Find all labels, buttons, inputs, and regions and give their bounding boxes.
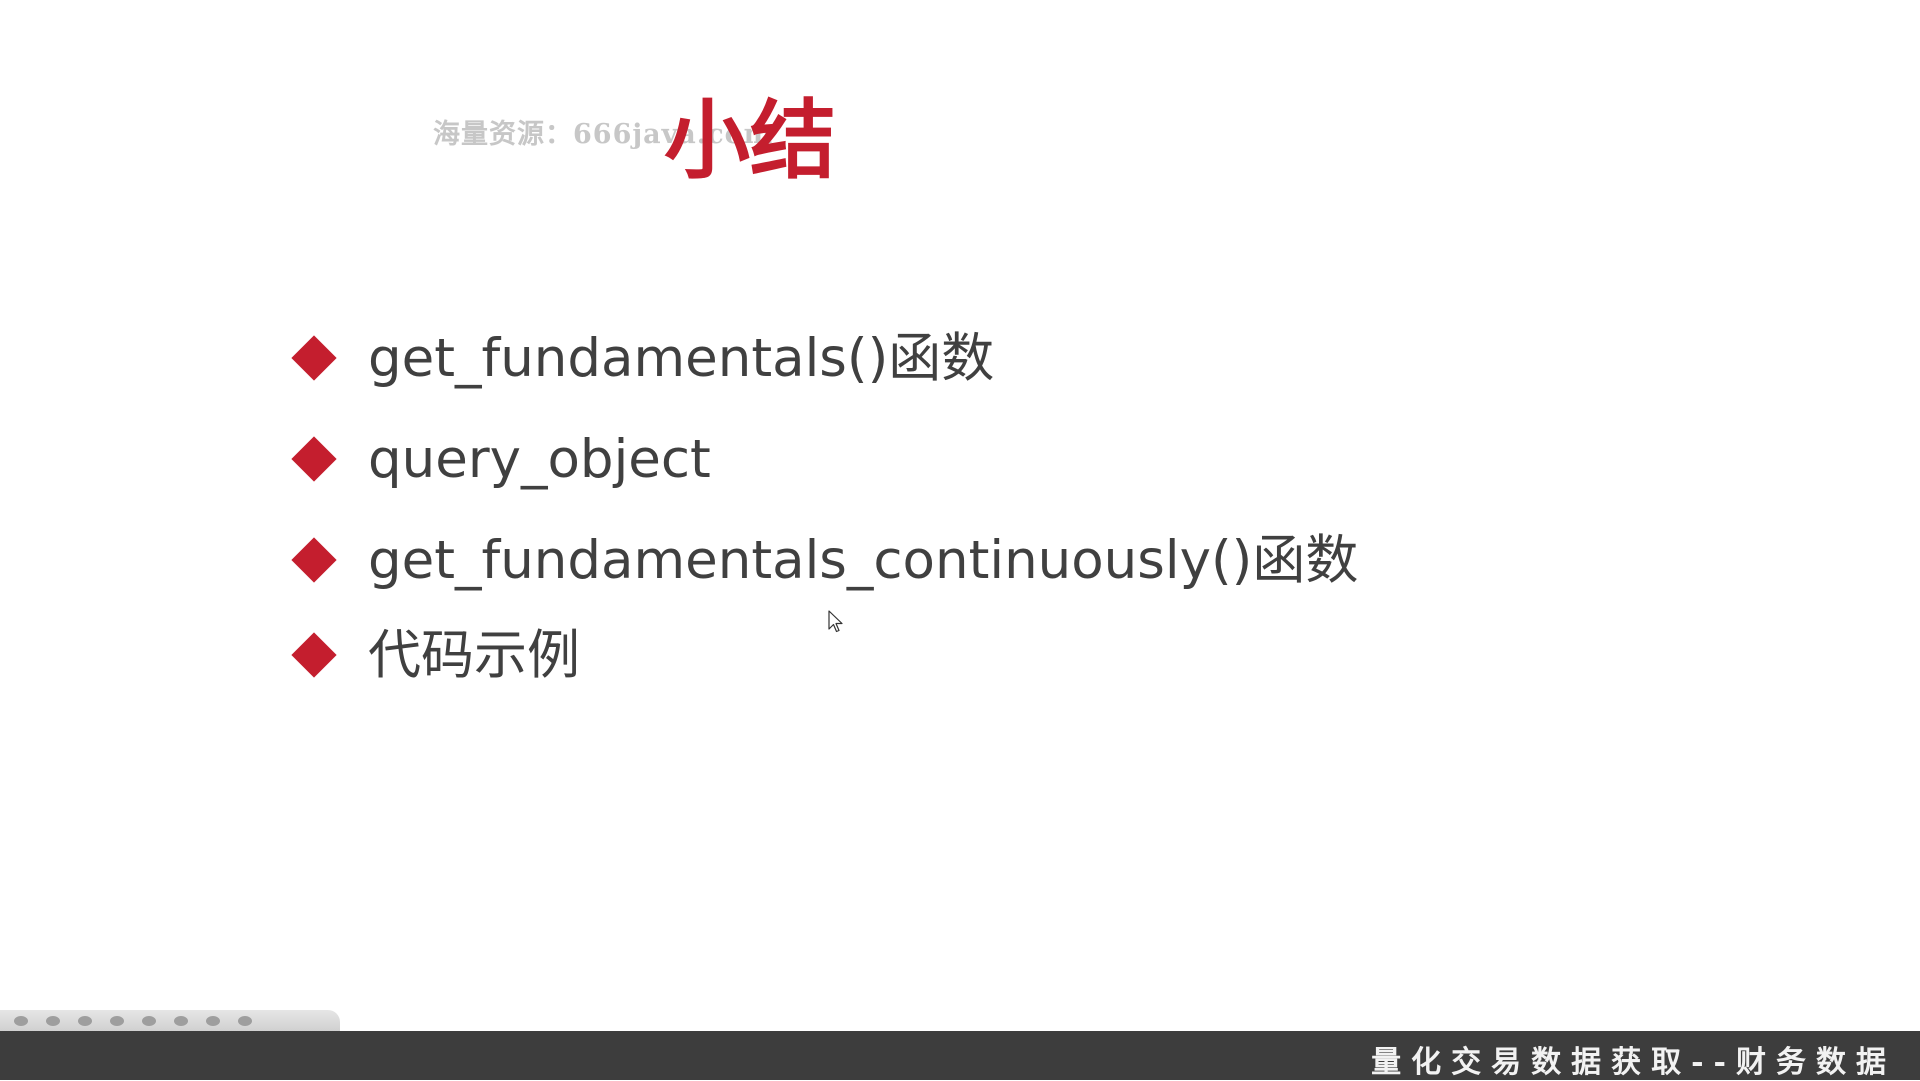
diamond-bullet-icon bbox=[291, 436, 337, 482]
control-icon[interactable] bbox=[110, 1016, 124, 1026]
control-icon[interactable] bbox=[78, 1016, 92, 1026]
bullet-item: get_fundamentals_continuously()函数 bbox=[290, 520, 1358, 600]
bullet-text: 代码示例 bbox=[368, 624, 580, 686]
control-icon[interactable] bbox=[142, 1016, 156, 1026]
player-control-strip[interactable] bbox=[0, 1010, 340, 1032]
diamond-bullet-icon bbox=[291, 537, 337, 583]
mouse-cursor-icon bbox=[828, 610, 843, 633]
slide-title: 小结 bbox=[664, 91, 836, 191]
control-icon[interactable] bbox=[174, 1016, 188, 1026]
bullet-item: get_fundamentals()函数 bbox=[290, 318, 994, 398]
video-caption: 量化交易数据获取--财务数据 bbox=[1371, 1045, 1896, 1080]
control-icon[interactable] bbox=[14, 1016, 28, 1026]
slide: 海量资源：666java.com 小结 get_fundamentals()函数… bbox=[0, 0, 1920, 1032]
bottom-caption-bar: 量化交易数据获取--财务数据 bbox=[0, 1031, 1920, 1080]
control-icon[interactable] bbox=[206, 1016, 220, 1026]
bullet-item: query_object bbox=[290, 419, 711, 499]
control-icon[interactable] bbox=[46, 1016, 60, 1026]
bullet-text: get_fundamentals()函数 bbox=[368, 327, 995, 389]
control-icon[interactable] bbox=[238, 1016, 252, 1026]
bullet-text: query_object bbox=[368, 428, 711, 490]
bullet-item: 代码示例 bbox=[290, 615, 580, 695]
diamond-bullet-icon bbox=[291, 632, 337, 678]
bullet-text: get_fundamentals_continuously()函数 bbox=[368, 529, 1359, 591]
diamond-bullet-icon bbox=[291, 335, 337, 381]
